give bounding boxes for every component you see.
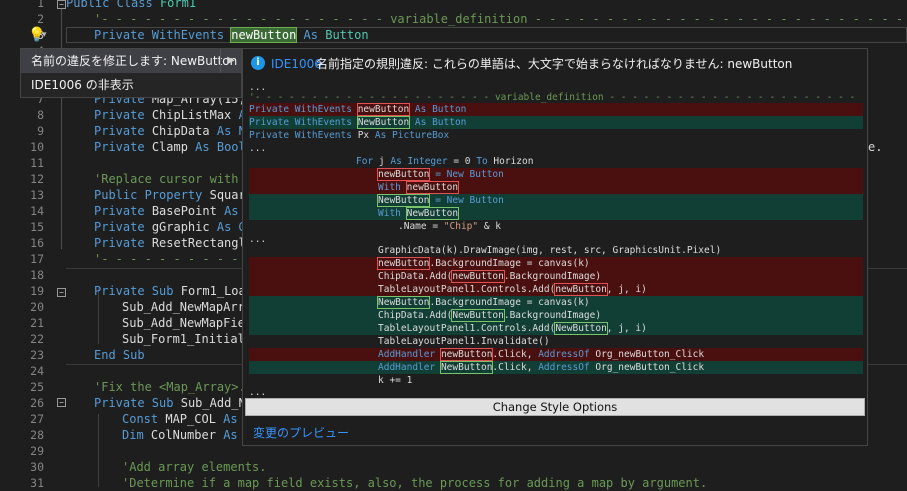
code-line: GraphicData(k).DrawImage(img, rest, src,… <box>378 245 722 256</box>
indent-guide <box>98 414 99 487</box>
code-line: TableLayoutPanel1.Invalidate() <box>378 336 550 347</box>
chevron-right-icon[interactable]: ▶ <box>220 49 241 73</box>
line-number: 11 <box>30 156 44 170</box>
code-line: Private Sub Form1_Loa <box>94 284 246 298</box>
code-line: Private WithEvents newButton As Button <box>94 27 369 43</box>
code-line: .Name = "Chip" & k <box>398 221 502 232</box>
code-line: For j As Integer = 0 To Horizon <box>356 156 534 167</box>
code-line: 'Add array elements. <box>122 460 267 474</box>
line-number: 12 <box>30 172 44 186</box>
menu-item-label: IDE1006 の非表示 <box>31 78 134 92</box>
code-line: Sub_Add_NewMapArr <box>122 300 245 314</box>
line-number: 18 <box>30 268 44 282</box>
line-number: 28 <box>30 428 44 442</box>
line-number: 9 <box>37 124 44 138</box>
line-number: 22 <box>30 332 44 346</box>
line-number: 24 <box>30 364 44 378</box>
line-number: 2 <box>37 12 44 26</box>
line-number: 27 <box>30 412 44 426</box>
diff-line: Private WithEvents NewButton As Button <box>249 116 467 129</box>
diff-line: ChipData.Add(NewButton.BackgroundImage) <box>378 309 602 322</box>
fold-collapse-icon[interactable]: − <box>57 398 66 407</box>
line-number: 30 <box>30 460 44 474</box>
code-line: End Sub <box>94 348 145 362</box>
diff-line: newButton.BackgroundImage = canvas(k) <box>376 257 590 270</box>
code-line: Private ChipData As N <box>94 124 246 138</box>
code-line: Const MAP_COL As <box>122 412 238 426</box>
preview-header: i IDE1006 名前指定の規則違反: これらの単語は、大文字で始まらなければ… <box>243 49 867 79</box>
line-number: 20 <box>30 300 44 314</box>
code-line: Private gGraphic As G <box>94 220 246 234</box>
code-line: Private ChipListMax A <box>94 108 246 122</box>
menu-item-suppress-ide1006[interactable]: IDE1006 の非表示 <box>21 73 241 97</box>
code-line: '- - - - - - - - - - - - - - - - - - - -… <box>94 252 239 266</box>
line-number: 14 <box>30 204 44 218</box>
change-style-options-button[interactable]: Change Style Options <box>245 398 865 416</box>
code-line: Private ResetRectangl <box>94 236 246 250</box>
quick-actions-trigger[interactable]: 💡 ▾ <box>28 27 56 43</box>
menu-item-label: 名前の違反を修正します: NewButton <box>31 54 238 68</box>
diff-line: AddHandler newButton.Click, AddressOf Or… <box>378 348 705 361</box>
diff-line: Private WithEvents newButton As Button <box>249 103 467 116</box>
diff-line: With newButton <box>378 181 460 194</box>
diff-line: TableLayoutPanel1.Controls.Add(NewButton… <box>378 322 647 335</box>
info-icon: i <box>251 56 265 70</box>
quick-actions-menu: 名前の違反を修正します: NewButton ▶ IDE1006 の非表示 <box>20 48 242 98</box>
fold-guide <box>61 9 62 249</box>
diagnostic-id-link[interactable]: IDE1006 <box>271 49 322 79</box>
code-line: Dim ColNumber As <box>122 428 238 442</box>
preview-changes-link[interactable]: 変更のプレビュー <box>253 425 349 441</box>
line-number: 31 <box>30 476 44 490</box>
line-number: 25 <box>30 380 44 394</box>
diff-line: NewButton.BackgroundImage = canvas(k) <box>376 296 590 309</box>
line-number: 1 <box>37 0 44 10</box>
chevron-down-icon[interactable]: ▾ <box>42 27 47 43</box>
line-number: 29 <box>30 444 44 458</box>
code-line: Private Sub Sub_Add_N <box>94 396 246 410</box>
diff-line: TableLayoutPanel1.Controls.Add(newButton… <box>378 283 647 296</box>
diff-line: AddHandler NewButton.Click, AddressOf Or… <box>378 361 705 374</box>
line-number: 15 <box>30 220 44 234</box>
code-line: '- - - - - - - - - - - - - - - - - - - -… <box>94 12 907 26</box>
code-line: Public Class Form1 <box>66 0 197 10</box>
menu-item-fix-naming-violation[interactable]: 名前の違反を修正します: NewButton ▶ <box>21 49 241 73</box>
code-line: Private WithEvents Px As PictureBox <box>249 130 450 141</box>
line-number: 8 <box>37 108 44 122</box>
code-line: Sub_Add_NewMapFie <box>122 316 245 330</box>
line-number: 19 <box>30 284 44 298</box>
code-line: Public Property Squar <box>94 188 246 202</box>
line-number: 10 <box>30 140 44 154</box>
line-number: 13 <box>30 188 44 202</box>
diff-line: NewButton = New Button <box>376 194 504 207</box>
code-line: 'Determine if a map field exists, also, … <box>122 476 708 490</box>
line-number: 16 <box>30 236 44 250</box>
fix-preview-panel: i IDE1006 名前指定の規則違反: これらの単語は、大文字で始まらなければ… <box>242 48 868 446</box>
line-number: 23 <box>30 348 44 362</box>
fold-collapse-icon[interactable]: − <box>57 288 66 297</box>
line-number: 17 <box>30 252 44 266</box>
fold-collapse-icon[interactable]: − <box>57 0 66 9</box>
code-line: 'Replace cursor with <box>94 172 239 186</box>
code-line-tail: e. <box>868 140 883 154</box>
code-line: Private BasePoint As <box>94 204 239 218</box>
renamed-identifier: newButton <box>230 27 298 43</box>
ellipsis: ... <box>249 143 267 154</box>
code-line: Sub_Form1_Initial <box>122 332 245 346</box>
diff-line: With NewButton <box>378 207 460 220</box>
line-number: 26 <box>30 396 44 410</box>
line-number: 21 <box>30 316 44 330</box>
diff-line: ChipData.Add(newButton.BackgroundImage) <box>378 270 602 283</box>
diff-line: newButton = New Button <box>376 168 504 181</box>
code-line: 'Fix the <Map_Array>. <box>94 380 246 394</box>
diagnostic-message: 名前指定の規則違反: これらの単語は、大文字で始まらなければなりません: new… <box>316 57 793 71</box>
code-line: Private Clamp As Bool <box>94 140 246 154</box>
